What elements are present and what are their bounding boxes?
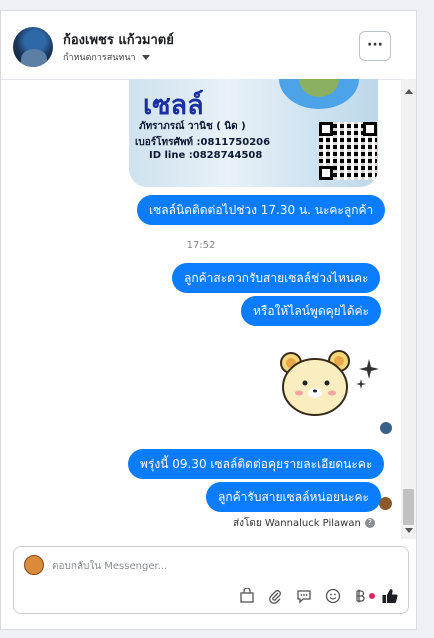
like-icon[interactable] xyxy=(381,587,399,605)
schedule-label: กำหนดการสนทนา xyxy=(63,53,136,63)
qr-corner xyxy=(319,122,333,136)
contact-avatar[interactable] xyxy=(13,27,53,67)
conversation-header: ก้องเพชร แก้วมาตย์ กำหนดการสนทนา ··· xyxy=(1,11,416,80)
caret-down-icon xyxy=(141,55,150,60)
seen-avatar xyxy=(379,497,392,510)
message-bubble[interactable]: ลูกค้าสะดวกรับสายเซลล์ช่วงไหนคะ xyxy=(172,263,381,293)
notification-dot xyxy=(369,593,375,599)
message-bubble[interactable]: พรุ่งนี้ 09.30 เซลล์ติดต่อคุยรายละเอียดน… xyxy=(128,449,385,479)
scroll-down-arrow-icon[interactable] xyxy=(405,528,413,533)
sender-name: Wannaluck Pilawan xyxy=(264,518,361,529)
info-icon[interactable]: ? xyxy=(364,518,375,528)
scrollbar-track[interactable] xyxy=(401,79,416,539)
qr-corner xyxy=(363,122,377,136)
promo-line: ID line :0828744508 xyxy=(149,150,263,161)
chat-panel: ก้องเพชร แก้วมาตย์ กำหนดการสนทนา ··· เซล… xyxy=(0,10,417,630)
sent-by-line: ส่งโดย Wannaluck Pilawan? xyxy=(233,516,375,531)
emoji-icon[interactable] xyxy=(324,587,342,605)
scroll-up-arrow-icon[interactable] xyxy=(405,89,413,94)
page-avatar xyxy=(24,555,44,575)
message-bubble[interactable]: หรือให้ไลน์พูดคุยได้ค่ะ xyxy=(241,296,381,326)
message-thread: เซลล์ ภัทราภรณ์ วานิช ( นิด ) เบอร์โทรศั… xyxy=(1,79,401,539)
qr-corner xyxy=(319,166,333,180)
message-bubble[interactable]: เซลล์นิดติดต่อไปช่วง 17.30 น. นะคะลูกค้า xyxy=(137,195,386,225)
scrollbar-thumb[interactable] xyxy=(403,489,414,525)
saved-reply-icon[interactable] xyxy=(295,587,313,605)
schedule-conversation-menu[interactable]: กำหนดการสนทนา xyxy=(63,50,150,64)
more-options-button[interactable]: ··· xyxy=(359,31,391,61)
attach-icon[interactable] xyxy=(266,587,284,605)
message-composer xyxy=(13,546,409,614)
message-timestamp: 17:52 xyxy=(186,240,216,251)
qr-code-icon xyxy=(319,122,377,180)
promo-image[interactable]: เซลล์ ภัทราภรณ์ วานิช ( นิด ) เบอร์โทรศั… xyxy=(129,79,378,187)
promo-line: ภัทราภรณ์ วานิช ( นิด ) xyxy=(139,121,246,132)
read-receipt-avatar xyxy=(380,422,392,434)
bear-sticker[interactable] xyxy=(277,349,381,425)
shop-icon[interactable] xyxy=(238,587,256,605)
contact-name[interactable]: ก้องเพชร แก้วมาตย์ xyxy=(63,29,174,50)
message-bubble[interactable]: ลูกค้ารับสายเซลล์หน่อยนะคะ xyxy=(206,482,381,512)
promo-line: เบอร์โทรศัพท์ :0811750206 xyxy=(135,137,271,148)
reply-input[interactable] xyxy=(52,557,352,575)
sent-by-prefix: ส่งโดย xyxy=(233,518,262,529)
baht-payment-icon[interactable] xyxy=(351,587,369,605)
